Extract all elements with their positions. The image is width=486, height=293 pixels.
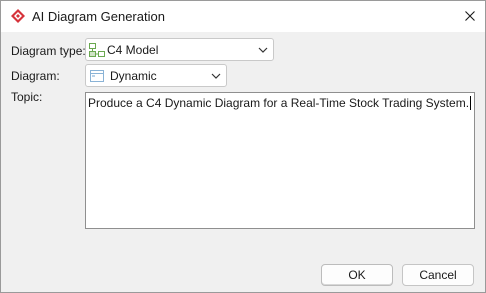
ok-button[interactable]: OK	[321, 264, 393, 286]
dialog-title: AI Diagram Generation	[32, 9, 165, 24]
diagram-label: Diagram:	[11, 69, 60, 83]
topic-label: Topic:	[11, 90, 43, 104]
app-logo-icon	[11, 9, 25, 23]
chevron-down-icon	[211, 73, 221, 79]
chevron-down-icon	[258, 47, 268, 53]
title-bar: AI Diagram Generation	[1, 1, 485, 32]
diagram-type-value: C4 Model	[107, 43, 159, 57]
close-icon	[465, 11, 475, 21]
diagram-select[interactable]: Dynamic	[85, 64, 227, 87]
close-button[interactable]	[457, 3, 483, 29]
topic-text: Produce a C4 Dynamic Diagram for a Real-…	[88, 96, 470, 110]
topic-textarea[interactable]: Produce a C4 Dynamic Diagram for a Real-…	[85, 92, 475, 229]
dynamic-diagram-icon	[90, 70, 104, 82]
diagram-type-label: Diagram type:	[11, 44, 86, 58]
cancel-button[interactable]: Cancel	[402, 264, 474, 286]
diagram-value: Dynamic	[110, 69, 157, 83]
diagram-type-select[interactable]: C4 Model	[85, 38, 274, 61]
text-caret	[470, 96, 472, 110]
c4-model-icon	[89, 43, 105, 57]
dialog-window: AI Diagram Generation Diagram type: C4 M…	[0, 0, 486, 293]
